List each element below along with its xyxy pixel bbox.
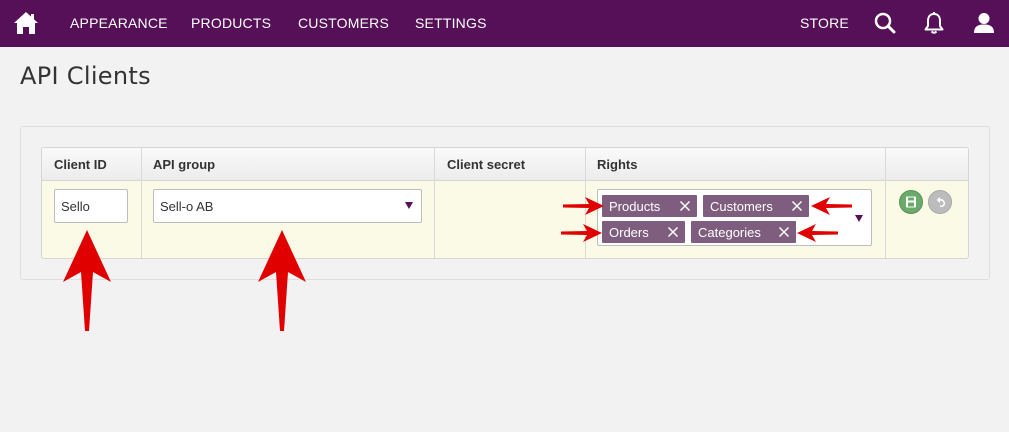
column-header-client-secret[interactable]: Client secret <box>447 157 525 172</box>
remove-tag-icon[interactable] <box>667 226 679 238</box>
undo-button[interactable] <box>928 190 952 214</box>
remove-tag-icon[interactable] <box>679 200 691 212</box>
annotation-arrow-right <box>561 224 602 242</box>
rights-tag-products: Products <box>602 195 697 217</box>
page-title: API Clients <box>20 62 151 90</box>
api-group-select[interactable]: Sell-o AB <box>153 189 422 223</box>
save-icon <box>906 196 916 208</box>
undo-icon <box>936 197 945 207</box>
nav-item-customers[interactable]: CUSTOMERS <box>298 15 389 31</box>
annotation-arrow-left <box>811 197 852 215</box>
column-divider <box>434 148 435 258</box>
column-divider <box>141 148 142 258</box>
column-divider <box>885 148 886 258</box>
nav-item-settings[interactable]: SETTINGS <box>415 15 487 31</box>
chevron-down-icon[interactable] <box>405 202 413 209</box>
nav-item-store[interactable]: STORE <box>800 15 849 31</box>
client-id-value: Sello <box>61 199 90 214</box>
rights-tag-customers: Customers <box>703 195 809 217</box>
tag-label: Orders <box>609 225 649 240</box>
search-icon[interactable] <box>873 11 897 35</box>
client-id-input[interactable]: Sello <box>54 189 128 223</box>
remove-tag-icon[interactable] <box>778 226 790 238</box>
column-header-rights[interactable]: Rights <box>597 157 637 172</box>
tag-label: Products <box>609 199 661 214</box>
column-header-client-id[interactable]: Client ID <box>54 157 107 172</box>
api-group-selected-value: Sell-o AB <box>160 199 214 214</box>
nav-item-products[interactable]: PRODUCTS <box>191 15 271 31</box>
chevron-down-icon[interactable] <box>855 215 863 222</box>
annotation-arrow-up <box>258 230 306 331</box>
tag-label: Customers <box>710 199 773 214</box>
column-header-api-group[interactable]: API group <box>153 157 215 172</box>
remove-tag-icon[interactable] <box>791 200 803 212</box>
annotation-arrow-right <box>563 197 604 215</box>
home-icon[interactable] <box>13 10 39 36</box>
save-button[interactable] <box>899 190 923 214</box>
user-icon[interactable] <box>972 11 996 35</box>
annotation-arrow-up <box>63 230 111 331</box>
nav-item-appearance[interactable]: APPEARANCE <box>70 15 168 31</box>
rights-tag-orders: Orders <box>602 221 685 243</box>
annotation-arrow-left <box>797 224 838 242</box>
bell-icon[interactable] <box>922 11 946 35</box>
top-navigation-bar: APPEARANCE PRODUCTS CUSTOMERS SETTINGS S… <box>0 0 1009 47</box>
rights-tag-categories: Categories <box>691 221 796 243</box>
tag-label: Categories <box>698 225 761 240</box>
